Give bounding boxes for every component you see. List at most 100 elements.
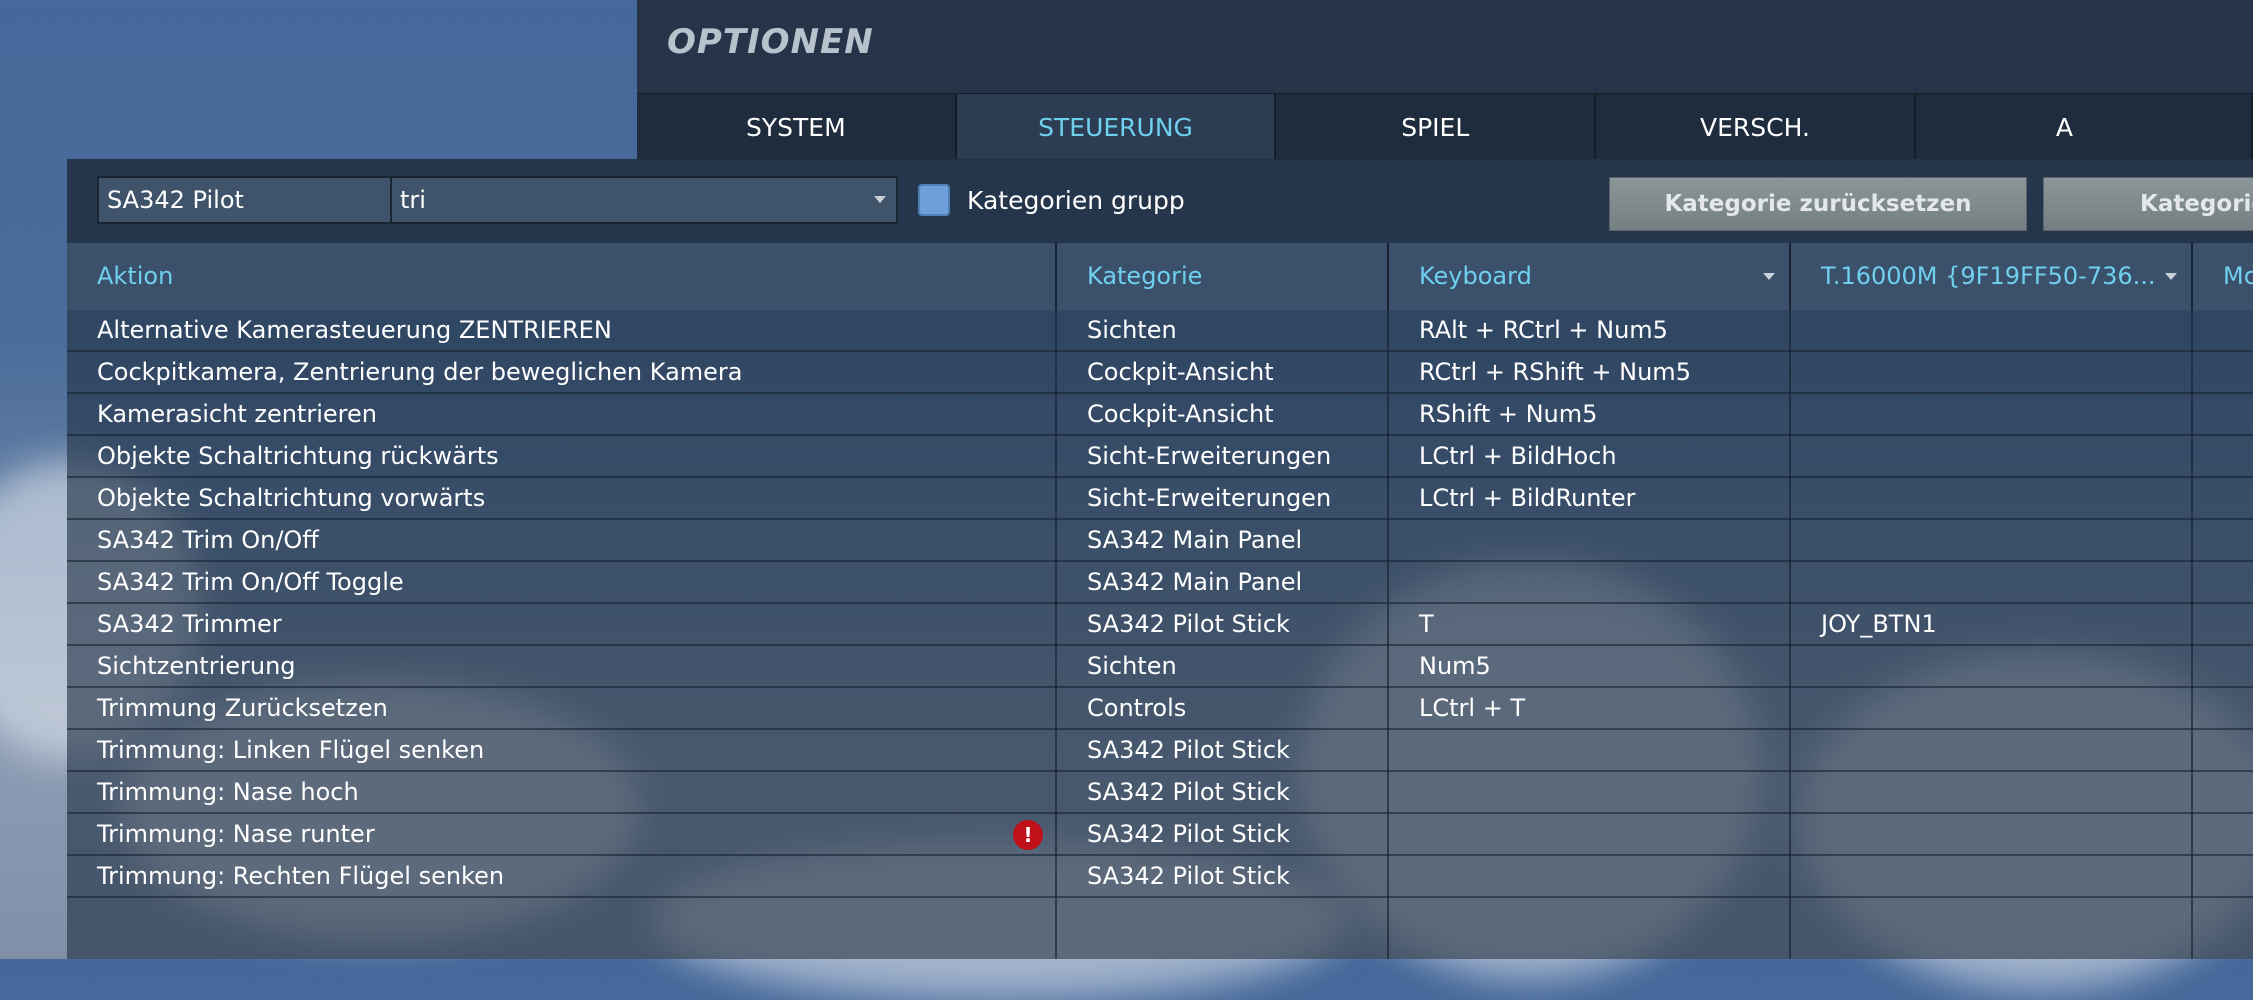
cell-action[interactable]: Sichtzentrierung [67, 646, 1057, 686]
cell-category[interactable]: Sichten [1057, 310, 1389, 350]
cell-mouse[interactable] [2193, 688, 2253, 728]
cell-mouse[interactable] [2193, 604, 2253, 644]
cell-keyboard[interactable]: T [1389, 604, 1791, 644]
cell-mouse[interactable] [2193, 436, 2253, 476]
cell-category[interactable]: Cockpit-Ansicht [1057, 394, 1389, 434]
cell-mouse[interactable] [2193, 856, 2253, 896]
cell-action[interactable]: SA342 Trim On/Off [67, 520, 1057, 560]
cell-joystick[interactable] [1791, 646, 2193, 686]
chevron-down-icon[interactable] [2165, 273, 2177, 280]
column-header-joystick[interactable]: T.16000M {9F19FF50-736... [1791, 243, 2193, 310]
table-row[interactable]: Trimmung: Nase hoch SA342 Pilot Stick [67, 772, 2253, 814]
cell-action[interactable]: Trimmung: Linken Flügel senken [67, 730, 1057, 770]
cell-mouse[interactable] [2193, 352, 2253, 392]
cell-action[interactable]: Trimmung Zurücksetzen [67, 688, 1057, 728]
tab-spiel[interactable]: SPIEL [1276, 94, 1597, 160]
cell-keyboard[interactable] [1389, 520, 1791, 560]
cell-keyboard[interactable]: Num5 [1389, 646, 1791, 686]
cell-keyboard[interactable]: LCtrl + BildRunter [1389, 478, 1791, 518]
cell-category[interactable]: Sicht-Erweiterungen [1057, 436, 1389, 476]
cell-action[interactable]: Cockpitkamera, Zentrierung der beweglich… [67, 352, 1057, 392]
cell-category[interactable]: SA342 Main Panel [1057, 520, 1389, 560]
cell-keyboard[interactable]: RAlt + RCtrl + Num5 [1389, 310, 1791, 350]
table-row[interactable]: Objekte Schaltrichtung rückwärts Sicht-Er… [67, 436, 2253, 478]
cell-action[interactable]: SA342 Trimmer [67, 604, 1057, 644]
cell-joystick[interactable] [1791, 352, 2193, 392]
cell-joystick[interactable] [1791, 562, 2193, 602]
cell-mouse[interactable] [2193, 478, 2253, 518]
table-row[interactable]: SA342 Trim On/Off Toggle SA342 Main Panel [67, 562, 2253, 604]
cell-action[interactable]: Trimmung: Rechten Flügel senken [67, 856, 1057, 896]
cell-joystick[interactable] [1791, 730, 2193, 770]
table-row[interactable]: Kamerasicht zentrieren Cockpit-Ansicht RSh… [67, 394, 2253, 436]
table-row[interactable]: SA342 Trimmer SA342 Pilot Stick T JOY_BTN1 [67, 604, 2253, 646]
table-row[interactable]: Trimmung: Linken Flügel senken SA342 Pilo… [67, 730, 2253, 772]
category-button-truncated[interactable]: Kategorie [2043, 177, 2253, 231]
table-row[interactable]: Trimmung: Rechten Flügel senken SA342 Pil… [67, 856, 2253, 898]
cell-category[interactable]: Sichten [1057, 646, 1389, 686]
cell-mouse[interactable] [2193, 562, 2253, 602]
cell-keyboard[interactable]: LCtrl + T [1389, 688, 1791, 728]
cell-mouse[interactable] [2193, 520, 2253, 560]
cell-mouse[interactable] [2193, 772, 2253, 812]
cell-joystick[interactable] [1791, 856, 2193, 896]
cell-mouse[interactable] [2193, 814, 2253, 854]
cell-action[interactable]: Kamerasicht zentrieren [67, 394, 1057, 434]
cell-action[interactable]: Alternative Kamerasteuerung ZENTRIEREN [67, 310, 1057, 350]
cell-joystick[interactable] [1791, 310, 2193, 350]
tab-steuerung[interactable]: STEUERUNG [956, 94, 1277, 160]
cell-action[interactable]: Trimmung: Nase hoch [67, 772, 1057, 812]
table-row[interactable]: Sichtzentrierung Sichten Num5 [67, 646, 2253, 688]
cell-action[interactable]: Trimmung: Nase runter [67, 814, 1057, 854]
cell-mouse[interactable] [2193, 310, 2253, 350]
cell-joystick[interactable] [1791, 478, 2193, 518]
table-row[interactable]: Trimmung: Nase runter SA342 Pilot Stick! [67, 814, 2253, 856]
cell-joystick[interactable] [1791, 772, 2193, 812]
table-row[interactable]: Trimmung Zurücksetzen Controls LCtrl + T [67, 688, 2253, 730]
reset-category-button[interactable]: Kategorie zurücksetzen [1609, 177, 2027, 231]
cell-mouse[interactable] [2193, 646, 2253, 686]
cell-category[interactable]: SA342 Main Panel [1057, 562, 1389, 602]
table-row[interactable]: Objekte Schaltrichtung vorwärts Sicht-Erw… [67, 478, 2253, 520]
cell-joystick[interactable] [1791, 814, 2193, 854]
cell-keyboard[interactable] [1389, 562, 1791, 602]
cell-joystick[interactable] [1791, 394, 2193, 434]
cell-mouse[interactable] [2193, 394, 2253, 434]
cell-keyboard[interactable]: RCtrl + RShift + Num5 [1389, 352, 1791, 392]
cell-joystick[interactable] [1791, 688, 2193, 728]
cell-keyboard[interactable]: RShift + Num5 [1389, 394, 1791, 434]
table-row[interactable]: SA342 Trim On/Off SA342 Main Panel [67, 520, 2253, 562]
cell-category[interactable]: Controls [1057, 688, 1389, 728]
tab-truncated[interactable]: A [1915, 94, 2253, 160]
column-header-keyboard[interactable]: Keyboard [1389, 243, 1791, 310]
table-row[interactable]: Alternative Kamerasteuerung ZENTRIEREN Si… [67, 310, 2253, 352]
cell-keyboard[interactable]: LCtrl + BildHoch [1389, 436, 1791, 476]
cell-category[interactable]: SA342 Pilot Stick [1057, 772, 1389, 812]
column-header-mouse[interactable]: Mc [2193, 243, 2253, 310]
cell-category[interactable]: SA342 Pilot Stick [1057, 730, 1389, 770]
cell-keyboard[interactable] [1389, 856, 1791, 896]
cell-joystick[interactable] [1791, 520, 2193, 560]
group-categories-checkbox[interactable] [918, 184, 950, 216]
cell-joystick[interactable] [1791, 436, 2193, 476]
cell-category[interactable]: SA342 Pilot Stick [1057, 856, 1389, 896]
cell-category[interactable]: SA342 Pilot Stick [1057, 814, 1389, 854]
filter-select[interactable]: tri [390, 176, 898, 224]
cell-category[interactable]: Sicht-Erweiterungen [1057, 478, 1389, 518]
tab-system[interactable]: SYSTEM [637, 94, 957, 160]
cell-category[interactable]: SA342 Pilot Stick [1057, 604, 1389, 644]
cell-keyboard[interactable] [1389, 730, 1791, 770]
cell-keyboard[interactable] [1389, 814, 1791, 854]
cell-mouse[interactable] [2193, 730, 2253, 770]
table-row[interactable]: Cockpitkamera, Zentrierung der beweglich… [67, 352, 2253, 394]
column-header-action[interactable]: Aktion [67, 243, 1057, 310]
tab-versch[interactable]: VERSCH. [1596, 94, 1916, 160]
cell-joystick[interactable]: JOY_BTN1 [1791, 604, 2193, 644]
cell-category[interactable]: Cockpit-Ansicht [1057, 352, 1389, 392]
cell-action[interactable]: SA342 Trim On/Off Toggle [67, 562, 1057, 602]
cell-keyboard[interactable] [1389, 772, 1791, 812]
chevron-down-icon[interactable] [1763, 273, 1775, 280]
column-header-category[interactable]: Kategorie [1057, 243, 1389, 310]
cell-action[interactable]: Objekte Schaltrichtung rückwärts [67, 436, 1057, 476]
cell-action[interactable]: Objekte Schaltrichtung vorwärts [67, 478, 1057, 518]
